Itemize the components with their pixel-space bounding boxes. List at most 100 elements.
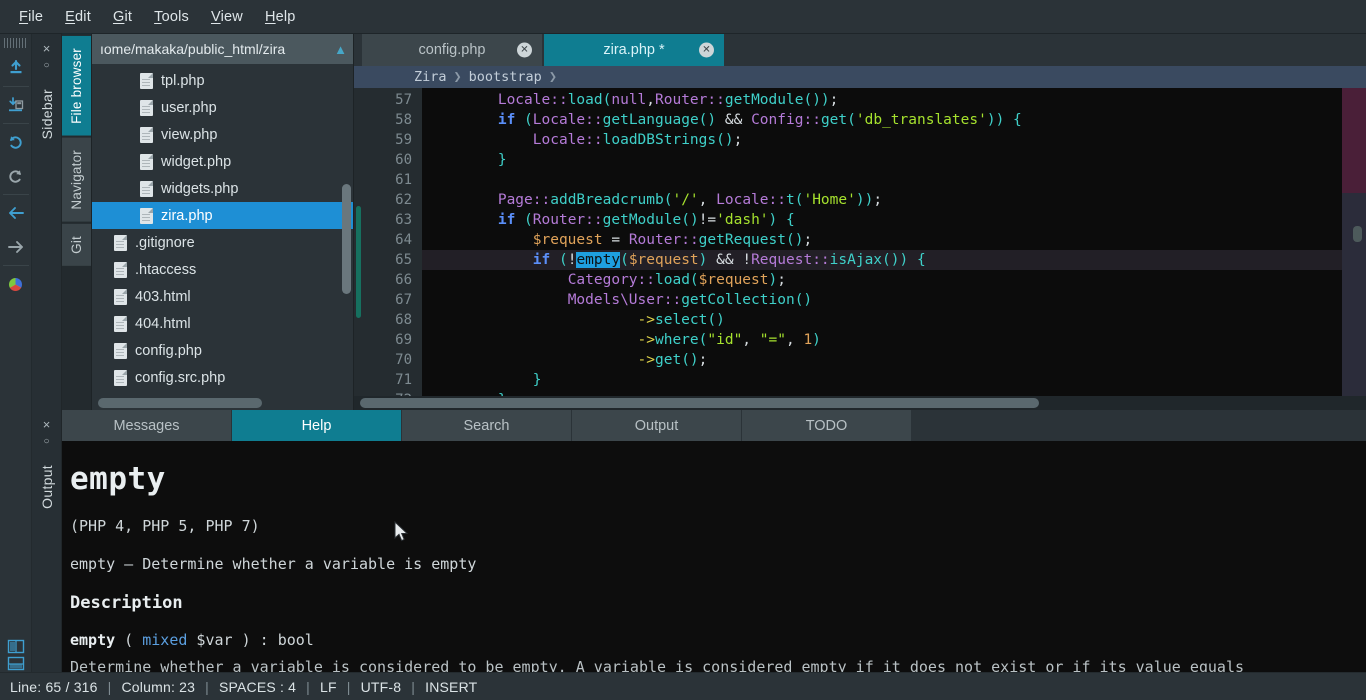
bottom-panel-close-button[interactable]: × bbox=[43, 414, 51, 433]
code-line[interactable]: ->where("id", "=", 1) bbox=[422, 330, 1342, 350]
minimap-highlight bbox=[1342, 88, 1366, 193]
redo-icon[interactable] bbox=[1, 159, 31, 193]
file-icon bbox=[114, 370, 127, 386]
file-icon bbox=[140, 208, 153, 224]
line-number: 71 bbox=[364, 370, 412, 390]
code-line[interactable]: if (!empty($request) && !Request::isAjax… bbox=[422, 250, 1342, 270]
breadcrumb-item-bootstrap[interactable]: bootstrap bbox=[469, 69, 542, 85]
file-tree-item-config-src-php[interactable]: config.src.php bbox=[92, 364, 353, 391]
code-line[interactable]: Page::addBreadcrumb('/', Locale::t('Home… bbox=[422, 190, 1342, 210]
bottom-tab-messages[interactable]: Messages bbox=[62, 410, 232, 441]
file-tree-item-label: 404.html bbox=[135, 316, 191, 332]
code-line[interactable]: } bbox=[422, 370, 1342, 390]
menu-item-edit[interactable]: Edit bbox=[54, 5, 102, 29]
file-tree-item--htaccess[interactable]: .htaccess bbox=[92, 256, 353, 283]
file-tree-item-user-php[interactable]: user.php bbox=[92, 94, 353, 121]
bottom-tab-output[interactable]: Output bbox=[572, 410, 742, 441]
minimap-marker[interactable] bbox=[1353, 226, 1362, 242]
menu-item-view[interactable]: View bbox=[200, 5, 254, 29]
scrollbar-thumb[interactable] bbox=[98, 398, 262, 408]
code-folding-bar[interactable] bbox=[354, 88, 364, 396]
file-tree-item-404-html[interactable]: 404.html bbox=[92, 310, 353, 337]
split-horizontal-icon[interactable] bbox=[6, 655, 26, 672]
sidebar-close-button[interactable]: × bbox=[43, 38, 51, 57]
code-line[interactable]: ->get(); bbox=[422, 350, 1342, 370]
editor-horizontal-scrollbar[interactable] bbox=[354, 396, 1366, 410]
undo-icon[interactable] bbox=[1, 125, 31, 159]
editor-tab-zira-php[interactable]: zira.php * ✕ bbox=[544, 34, 724, 66]
line-number: 58 bbox=[364, 110, 412, 130]
file-tree-item-label: user.php bbox=[161, 100, 217, 116]
split-vertical-icon[interactable] bbox=[6, 638, 26, 655]
code-line[interactable]: Locale::load(null,Router::getModule()); bbox=[422, 90, 1342, 110]
status-bar: Line: 65 / 316 | Column: 23 | SPACES : 4… bbox=[0, 672, 1366, 700]
back-arrow-icon[interactable] bbox=[1, 196, 31, 230]
line-number: 61 bbox=[364, 170, 412, 190]
status-eol[interactable]: LF bbox=[320, 679, 337, 695]
code-line[interactable]: } bbox=[422, 150, 1342, 170]
forward-arrow-icon[interactable] bbox=[1, 230, 31, 264]
file-tree-item-view-php[interactable]: view.php bbox=[92, 121, 353, 148]
code-line[interactable]: Models\User::getCollection() bbox=[422, 290, 1342, 310]
scrollbar-thumb[interactable] bbox=[360, 398, 1039, 408]
file-tree-vertical-scrollbar[interactable] bbox=[342, 184, 351, 294]
file-tree-item--gitignore[interactable]: .gitignore bbox=[92, 229, 353, 256]
editor-column: config.php ✕ zira.php * ✕ Zira ❯ bootstr… bbox=[354, 34, 1366, 410]
file-tree-item-tpl-php[interactable]: tpl.php bbox=[92, 67, 353, 94]
drag-grip-icon[interactable] bbox=[4, 38, 28, 48]
status-encoding[interactable]: UTF-8 bbox=[361, 679, 402, 695]
bottom-tab-search[interactable]: Search bbox=[402, 410, 572, 441]
toolbar-divider bbox=[3, 194, 29, 195]
save-icon[interactable] bbox=[1, 51, 31, 85]
close-icon[interactable]: ✕ bbox=[517, 43, 532, 58]
status-indent[interactable]: SPACES : 4 bbox=[219, 679, 296, 695]
file-icon bbox=[140, 181, 153, 197]
line-number: 63 bbox=[364, 210, 412, 230]
status-column[interactable]: Column: 23 bbox=[122, 679, 196, 695]
code-line[interactable]: } bbox=[422, 390, 1342, 396]
editor-tab-bar: config.php ✕ zira.php * ✕ bbox=[354, 34, 1366, 66]
code-line[interactable]: ->select() bbox=[422, 310, 1342, 330]
status-line[interactable]: Line: 65 / 316 bbox=[10, 679, 98, 695]
close-icon[interactable]: ✕ bbox=[699, 43, 714, 58]
menu-item-help[interactable]: Help bbox=[254, 5, 307, 29]
chevron-up-icon[interactable]: ▲ bbox=[328, 42, 347, 57]
file-browser-path-bar[interactable]: ıome/makaka/public_html/zira ▲ bbox=[92, 34, 353, 64]
file-tree-horizontal-scrollbar[interactable] bbox=[92, 396, 353, 410]
menu-item-file[interactable]: File bbox=[8, 5, 54, 29]
code-editor[interactable]: 5758596061626364656667686970717273 Local… bbox=[354, 88, 1366, 396]
help-viewer[interactable]: empty (PHP 4, PHP 5, PHP 7) empty — Dete… bbox=[62, 441, 1366, 672]
code-line[interactable]: if (Locale::getLanguage() && Config::get… bbox=[422, 110, 1342, 130]
code-line[interactable]: Locale::loadDBStrings(); bbox=[422, 130, 1342, 150]
file-tree-item-const-php[interactable]: const.php bbox=[92, 391, 353, 396]
status-mode[interactable]: INSERT bbox=[425, 679, 477, 695]
code-line[interactable] bbox=[422, 170, 1342, 190]
file-tree-item-label: .htaccess bbox=[135, 262, 196, 278]
bottom-tab-todo[interactable]: TODO bbox=[742, 410, 912, 441]
bottom-tab-help[interactable]: Help bbox=[232, 410, 402, 441]
sidebar-float-button[interactable]: ○ bbox=[43, 57, 49, 75]
file-icon bbox=[140, 100, 153, 116]
file-tree-item-widget-php[interactable]: widget.php bbox=[92, 148, 353, 175]
editor-tab-config-php[interactable]: config.php ✕ bbox=[362, 34, 542, 66]
bottom-panel-float-button[interactable]: ○ bbox=[43, 433, 49, 451]
file-tree-item-config-php[interactable]: config.php bbox=[92, 337, 353, 364]
menu-item-git[interactable]: Git bbox=[102, 5, 143, 29]
file-tree-item-widgets-php[interactable]: widgets.php bbox=[92, 175, 353, 202]
file-tree[interactable]: tpl.php user.php view.phpwidget.phpwidgets… bbox=[92, 64, 353, 396]
fold-region-marker[interactable] bbox=[356, 206, 361, 318]
file-tree-item-zira-php[interactable]: zira.php bbox=[92, 202, 353, 229]
editor-minimap[interactable] bbox=[1342, 88, 1366, 396]
breadcrumb-item-zira[interactable]: Zira bbox=[414, 69, 447, 85]
sidebar-tab-navigator[interactable]: Navigator bbox=[62, 136, 91, 222]
menu-item-tools[interactable]: Tools bbox=[143, 5, 200, 29]
sidebar-tab-file-browser[interactable]: File browser bbox=[62, 34, 91, 136]
code-line[interactable]: Category::load($request); bbox=[422, 270, 1342, 290]
code-line[interactable]: $request = Router::getRequest(); bbox=[422, 230, 1342, 250]
sidebar-tab-git[interactable]: Git bbox=[62, 222, 91, 266]
save-all-icon[interactable] bbox=[1, 88, 31, 122]
color-wheel-icon[interactable] bbox=[1, 267, 31, 301]
code-text-area[interactable]: Locale::load(null,Router::getModule()); … bbox=[422, 88, 1342, 396]
file-tree-item-403-html[interactable]: 403.html bbox=[92, 283, 353, 310]
code-line[interactable]: if (Router::getModule()!='dash') { bbox=[422, 210, 1342, 230]
